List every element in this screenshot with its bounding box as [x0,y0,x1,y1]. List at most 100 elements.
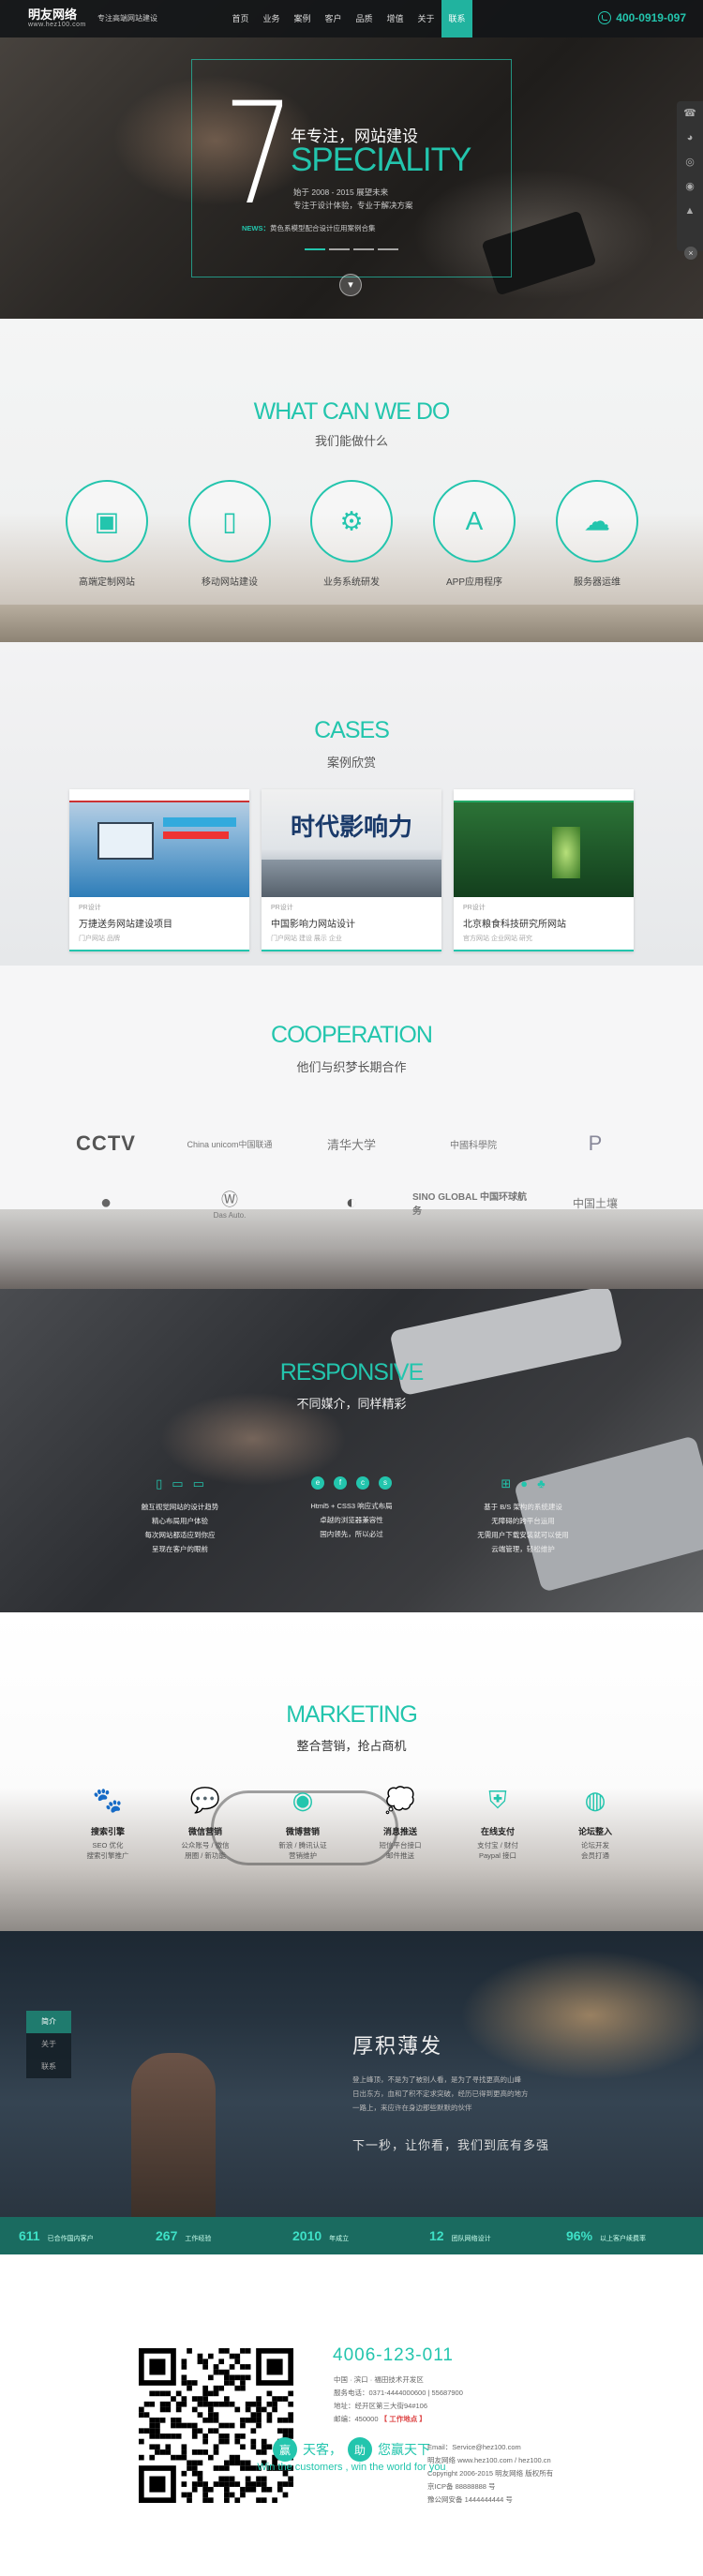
footer-phone[interactable]: 4006-123-011 [333,2345,454,2366]
service-app[interactable]: A APP应用程序 [427,480,521,588]
partner-logo-8[interactable]: ◐ [291,1175,412,1231]
slider-dots [305,248,398,250]
case-sub: 门户网站 建设 展示 企业 [271,936,342,942]
responsive-subtitle: 不同媒介，同样精彩 [296,1397,407,1411]
wechat-icon[interactable]: ◎ [677,150,703,174]
scroll-down-button[interactable]: ▾ [339,274,362,296]
story-tab-about[interactable]: 关于 [26,2033,71,2056]
service-custom-site[interactable]: ▣ 高端定制网站 [60,480,154,588]
vw-label: Das Auto. [213,1210,247,1220]
footer-slogan-en: Win the customers , win the world for yo… [257,2462,446,2473]
partner-logo-cas[interactable]: 中國科學院 [412,1116,534,1172]
qr-code [139,2348,293,2503]
service-system[interactable]: ⚙ 业务系统研发 [305,480,398,588]
stat-label: 团队网络设计 [451,2236,491,2242]
phone-device-icon: ▯ [156,1476,163,1490]
partner-logo-sinoglobal[interactable]: SINO GLOBAL 中国环球航务 [412,1175,534,1231]
app-store-icon: A [465,506,484,535]
case-thumbnail [454,789,634,897]
weibo-icon: ◉ [292,1786,314,1814]
case-card[interactable]: PR设计 万捷送务网站建设项目 门户网站 品牌 [69,789,249,951]
slogan-badge: 助 [348,2437,372,2462]
service-mobile[interactable]: ▯ 移动网站建设 [183,480,277,588]
partner-logo-vw[interactable]: Ⓦ Das Auto. [169,1175,291,1231]
marketing-name: 在线支付 [480,1827,515,1836]
work-location-link[interactable]: 【 工作地点 】 [381,2415,426,2423]
partner-logo-cctv[interactable]: CCTV [45,1116,167,1172]
stat-number: 611 [19,2228,40,2243]
phone-icon[interactable]: ☎ [677,101,703,126]
marketing-section: MARKETING 整合营销，抢占商机 🐾 搜索引擎 SEO 优化 搜索引擎推广… [0,1612,703,1931]
nav-item-business[interactable]: 业务 [256,0,287,37]
chrome-icon: c [356,1476,369,1490]
story-paragraph: 日出东方，血和了积不定求突破，经历已得到更高的地方 [352,2089,529,2098]
partner-logo-tsinghua[interactable]: 清华大学 [291,1116,412,1172]
marketing-item-push[interactable]: 💭 消息推送 短信平台接口 邮件推送 [358,1786,442,1861]
slider-dot[interactable] [353,248,374,250]
stat-label: 年成立 [329,2236,350,2242]
ie-icon: e [311,1476,324,1490]
partner-logo-10[interactable]: 中国土壤 [534,1175,656,1231]
services-subtitle: 我们能做什么 [314,434,388,448]
service-server[interactable]: ☁ 服务器运维 [550,480,644,588]
browser-icons: efcs [277,1476,426,1490]
marketing-item-wechat[interactable]: 💬 微信营销 公众账号 / 微信 朋圈 / 新功能 [163,1786,247,1861]
hero-news[interactable]: NEWS：黄色系模型配合设计应用案例合集 [242,223,376,233]
nav-item-about[interactable]: 关于 [411,0,441,37]
service-label: 服务器运维 [574,577,621,588]
stat-item: 267 工作经验 [156,2228,292,2243]
qq-icon[interactable]: ◕ [677,126,703,150]
story-paragraph: 一路上，来应许在身边那些默默的伙伴 [352,2104,472,2112]
arrow-up-icon[interactable]: ▲ [677,199,703,223]
nav-item-value[interactable]: 增值 [380,0,411,37]
marketing-item-weibo[interactable]: ◉ 微博营销 新浪 / 腾讯认证 营销维护 [261,1786,345,1861]
resp-line: 云端管理，轻松维护 [491,1545,555,1553]
footer-service-phone: 服务电话：0371-4444000600 | 55687900 [334,2389,463,2397]
resp-line: 无需用户下载安装就可以使用 [477,1531,569,1539]
partner-logo-5[interactable]: P [534,1116,656,1172]
story-tab-intro[interactable]: 简介 [26,2011,71,2033]
marketing-desc: 会员打通 [581,1851,609,1860]
marketing-desc: 搜索引擎推广 [86,1851,129,1860]
stat-label: 工作经验 [185,2236,212,2242]
header-phone[interactable]: 400-0919-097 [598,11,686,24]
marketing-item-bbs[interactable]: ◍ 论坛整入 论坛开发 会员打通 [553,1786,637,1861]
nav-item-quality[interactable]: 品质 [349,0,380,37]
slider-dot[interactable] [329,248,350,250]
weibo-icon[interactable]: ◉ [677,174,703,199]
footer: 4006-123-011 中国 · 滨口 · 福田技术开发区 服务电话：0371… [0,2254,703,2576]
brand-logo[interactable]: 明友网络 [28,5,77,22]
partner-logos: CCTV China unicom中国联通 清华大学 中國科學院 P ● Ⓦ Da… [0,1111,703,1289]
slider-dot[interactable] [305,248,325,250]
hero-since: 始于 2008 - 2015 展望未来 [293,187,389,197]
slider-dot[interactable] [378,248,398,250]
sunrise-image [450,1945,703,2086]
case-sub: 门户网站 品牌 [79,936,120,942]
marketing-item-seo[interactable]: 🐾 搜索引擎 SEO 优化 搜索引擎推广 [66,1786,150,1861]
service-label: 移动网站建设 [202,577,258,588]
story-section: 简介 关于 联系 厚积薄发 登上峰顶，不是为了被别人看，是为了寻找更高的山峰 日… [0,1931,703,2217]
service-label: 业务系统研发 [323,577,380,588]
stat-item: 96% 以上客户续费率 [566,2228,703,2243]
nav-item-home[interactable]: 首页 [225,0,256,37]
responsive-col-platforms: ⊞ ● ♣ 基于 B/S 架构的系统建设 无障碍的跨平台运用 无需用户下载安装就可以… [448,1476,598,1556]
footer-address: 中国 · 滨口 · 福田技术开发区 [334,2375,424,2384]
hero-big-number: 7 [223,73,295,236]
partner-logo-apple[interactable]: ● [45,1175,167,1231]
case-card[interactable]: 时代影响力 PR设计 中国影响力网站设计 门户网站 建设 展示 企业 [262,789,441,951]
marketing-item-payment[interactable]: ⛨ 在线支付 支付宝 / 财付 Paypal 接口 [456,1786,540,1861]
nav-item-cases[interactable]: 案例 [287,0,318,37]
nav-item-clients[interactable]: 客户 [318,0,349,37]
case-card[interactable]: PR设计 北京粮食科技研究所网站 官方网站 企业网站 研究 [454,789,634,951]
cases-title: CASES [314,717,390,743]
chat-icon: 💭 [384,1786,416,1814]
close-icon[interactable]: × [684,247,697,260]
stat-item: 12 团队网络设计 [429,2228,566,2243]
partner-logo-unicom[interactable]: China unicom中国联通 [169,1116,291,1172]
resp-line: 每次网站都适应到你应 [144,1531,216,1539]
service-circle: ⚙ [310,480,393,562]
service-circle: ▯ [188,480,271,562]
cooperation-subtitle: 他们与织梦长期合作 [296,1060,407,1074]
nav-item-contact[interactable]: 联系 [441,0,472,37]
story-tab-contact[interactable]: 联系 [26,2056,71,2078]
